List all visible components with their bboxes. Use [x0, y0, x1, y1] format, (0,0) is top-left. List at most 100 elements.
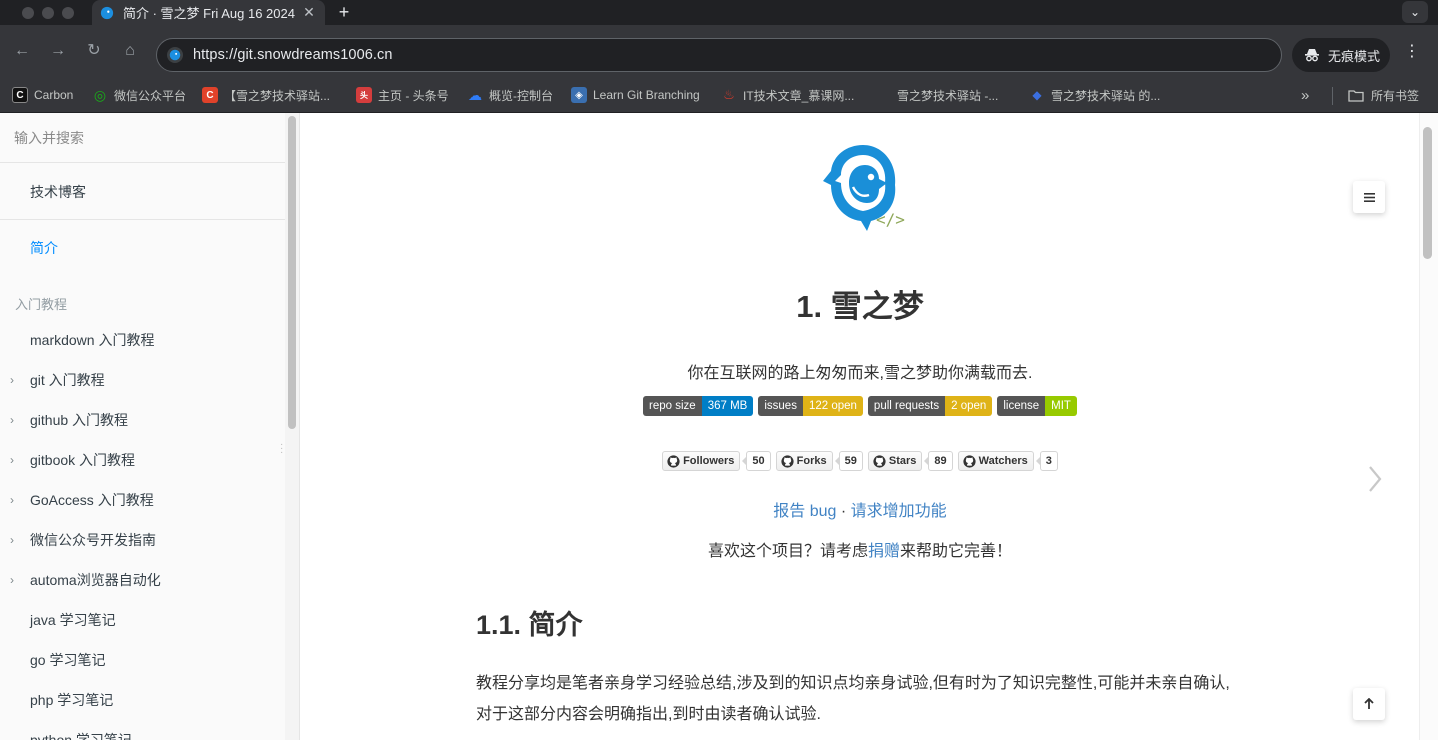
- github-icon: [873, 454, 886, 468]
- sidebar-item[interactable]: › 微信公众号开发指南: [0, 520, 285, 560]
- bookmark-item[interactable]: C Carbon: [12, 83, 73, 107]
- sidebar-item[interactable]: › git 入门教程: [0, 360, 285, 400]
- sidebar-item-blog[interactable]: 技术博客: [0, 164, 285, 220]
- badge-label: pull requests: [867, 396, 946, 416]
- chevron-right-icon[interactable]: ›: [10, 400, 14, 440]
- search-placeholder: 输入并搜索: [14, 129, 84, 146]
- book-body: </> 1. 雪之梦 你在互联网的路上匆匆而来,雪之梦助你满载而去. repo …: [301, 113, 1438, 740]
- donate-prefix: 喜欢这个项目？请考虑: [707, 543, 868, 560]
- sidebar-item[interactable]: python 学习笔记: [0, 720, 285, 740]
- social-count[interactable]: 3: [1035, 451, 1058, 471]
- bird-icon: [100, 6, 114, 19]
- close-window-button[interactable]: [22, 7, 34, 19]
- forks-button[interactable]: Forks 59: [775, 451, 863, 471]
- bookmark-label: Carbon: [34, 88, 74, 102]
- bookmark-item[interactable]: ♨ IT技术文章_慕课网...: [721, 83, 854, 107]
- reload-button[interactable]: ↻: [83, 40, 105, 62]
- bookmark-item[interactable]: ◈ Learn Git Branching: [571, 83, 700, 107]
- chevron-right-icon[interactable]: ›: [10, 360, 14, 400]
- sidebar-resize-handle[interactable]: · · ·: [280, 440, 283, 458]
- feedback-links: 报告 bug · 请求增加功能: [301, 497, 1419, 521]
- license-badge[interactable]: license MIT: [997, 396, 1077, 416]
- social-label: Stars: [888, 455, 917, 467]
- badge-value: 122 open: [802, 396, 863, 416]
- sidebar-item[interactable]: php 学习笔记: [0, 680, 285, 720]
- new-tab-button[interactable]: +: [334, 0, 354, 25]
- sidebar-item-label: GoAccess 入门教程: [30, 492, 154, 508]
- chevron-right-icon[interactable]: ›: [10, 480, 14, 520]
- main-scrollbar-thumb[interactable]: [1423, 127, 1432, 259]
- close-tab-icon[interactable]: ✕: [301, 4, 317, 21]
- bookmark-label: 概览-控制台: [489, 88, 553, 103]
- pull-requests-badge[interactable]: pull requests 2 open: [867, 396, 993, 416]
- social-count[interactable]: 50: [742, 451, 771, 471]
- home-button[interactable]: ⌂: [119, 40, 141, 62]
- social-count[interactable]: 59: [834, 451, 863, 471]
- sidebar-scrollbar-thumb[interactable]: [288, 116, 296, 429]
- sidebar-item[interactable]: › gitbook 入门教程: [0, 440, 285, 480]
- sidebar-item[interactable]: markdown 入门教程: [0, 320, 285, 360]
- sidebar-item[interactable]: java 学习笔记: [0, 600, 285, 640]
- all-bookmarks-button[interactable]: 所有书签: [1348, 83, 1419, 107]
- chevron-right-icon[interactable]: ›: [10, 560, 14, 600]
- incognito-indicator[interactable]: 无痕模式: [1292, 38, 1390, 72]
- chevron-right-icon[interactable]: ›: [10, 520, 14, 560]
- sidebar-item-label: python 学习笔记: [30, 732, 132, 740]
- tab-strip: 简介 · 雪之梦 Fri Aug 16 2024 ✕ + ⌄: [0, 0, 1438, 25]
- github-icon: [781, 454, 794, 468]
- sidebar-item-label: 微信公众号开发指南: [30, 532, 156, 548]
- bookmark-item[interactable]: ◎ 微信公众平台: [92, 83, 186, 107]
- bookmark-item[interactable]: ☁ 概览-控制台: [467, 83, 553, 107]
- sidebar-item[interactable]: › GoAccess 入门教程: [0, 480, 285, 520]
- social-count[interactable]: 89: [924, 451, 953, 471]
- site-info-icon[interactable]: [167, 47, 183, 63]
- sidebar-item-label: git 入门教程: [30, 372, 105, 388]
- bookmark-label: Learn Git Branching: [593, 88, 700, 102]
- link-separator: ·: [836, 503, 851, 520]
- bookmark-item[interactable]: 头主页 - 头条号: [356, 83, 449, 107]
- stars-button[interactable]: Stars 89: [867, 451, 953, 471]
- divider: [1332, 87, 1333, 105]
- address-bar[interactable]: https://git.snowdreams1006.cn: [156, 38, 1282, 72]
- social-label: Followers: [683, 455, 735, 467]
- back-to-top-button[interactable]: [1353, 688, 1385, 720]
- table-of-contents: 技术博客 简介 入门教程 markdown 入门教程 › git 入门教程 › gi…: [0, 164, 285, 740]
- report-bug-link[interactable]: 报告 bug: [773, 503, 836, 520]
- arrow-up-icon: [1364, 698, 1374, 709]
- minimize-window-button[interactable]: [42, 7, 54, 19]
- donate-link[interactable]: 捐赠: [868, 543, 900, 560]
- bookmarks-overflow-icon[interactable]: »: [1301, 83, 1309, 107]
- badge-row: repo size 367 MB issues 122 open pull requ…: [301, 396, 1419, 416]
- sidebar-item-intro[interactable]: 简介: [0, 220, 285, 276]
- forward-button[interactable]: →: [47, 40, 69, 62]
- sidebar-item[interactable]: › github 入门教程: [0, 400, 285, 440]
- followers-button[interactable]: Followers 50: [662, 451, 771, 471]
- maximize-window-button[interactable]: [62, 7, 74, 19]
- url-text[interactable]: https://git.snowdreams1006.cn: [193, 47, 393, 63]
- repo-size-badge[interactable]: repo size 367 MB: [643, 396, 754, 416]
- back-button[interactable]: ←: [11, 40, 33, 62]
- toc-menu-button[interactable]: [1353, 181, 1385, 213]
- bookmark-label: 【雪之梦技术驿站...: [224, 88, 331, 103]
- sidebar-item-label: php 学习笔记: [30, 692, 114, 708]
- page-title: 1. 雪之梦: [796, 289, 924, 324]
- sidebar-item[interactable]: go 学习笔记: [0, 640, 285, 680]
- tab-active[interactable]: 简介 · 雪之梦 Fri Aug 16 2024 ✕: [92, 0, 325, 25]
- hamburger-icon: [1363, 192, 1375, 202]
- issues-badge[interactable]: issues 122 open: [758, 396, 863, 416]
- chevron-right-icon[interactable]: ›: [10, 440, 14, 480]
- bookmark-item[interactable]: C 【雪之梦技术驿站...: [202, 83, 330, 107]
- bookmark-item[interactable]: ◆ 雪之梦技术驿站 的...: [1029, 83, 1160, 107]
- search-input[interactable]: 输入并搜索: [0, 113, 285, 163]
- bookmark-item[interactable]: 雪之梦技术驿站 -...: [875, 83, 998, 107]
- all-bookmarks-label: 所有书签: [1371, 88, 1420, 103]
- carbon-icon: C: [12, 87, 28, 103]
- tab-search-button[interactable]: ⌄: [1402, 1, 1428, 23]
- watchers-button[interactable]: Watchers 3: [957, 451, 1058, 471]
- feature-request-link[interactable]: 请求增加功能: [851, 503, 947, 520]
- next-page-chevron-icon[interactable]: [1365, 459, 1385, 499]
- sidebar-item-label: automa浏览器自动化: [30, 572, 161, 588]
- sidebar-item[interactable]: › automa浏览器自动化: [0, 560, 285, 600]
- more-menu-icon[interactable]: ⋮: [1404, 44, 1420, 60]
- bookmark-label: IT技术文章_慕课网...: [743, 88, 855, 103]
